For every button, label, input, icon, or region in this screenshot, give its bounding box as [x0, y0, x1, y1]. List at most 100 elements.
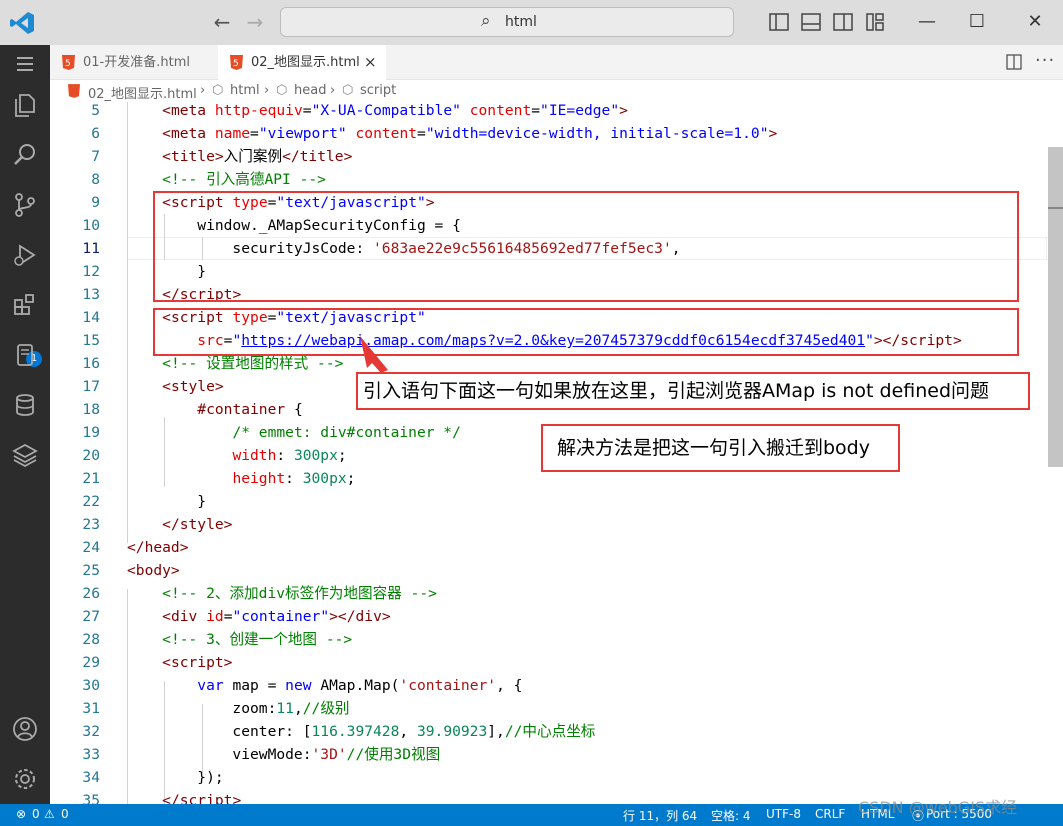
settings-gear-icon[interactable] [11, 765, 39, 793]
code-token: <style> [162, 378, 224, 395]
line-number: 32 [82, 723, 100, 740]
code-token: center: [116.397428, 39.90923],//中心点坐标 [127, 723, 596, 740]
highlight-box-security-config [153, 191, 1019, 302]
code-token: id [206, 608, 224, 625]
code-token: 300px [293, 447, 338, 464]
breadcrumb-separator: › [264, 83, 270, 98]
line-ending[interactable]: CRLF [815, 807, 845, 821]
error-icon[interactable]: ⊗ [16, 807, 26, 821]
tag-icon: ⬡ [342, 83, 354, 98]
code-token: "IE=edge" [540, 102, 620, 119]
database-icon[interactable] [11, 391, 39, 419]
customize-layout-icon[interactable] [864, 11, 886, 33]
more-actions-icon[interactable]: ··· [1035, 50, 1055, 71]
code-token: "viewport" [258, 125, 347, 142]
code-token: content [469, 102, 532, 119]
search-icon[interactable] [11, 141, 39, 169]
code-token: > [619, 102, 628, 119]
error-count[interactable]: 0 [32, 807, 40, 821]
annotation-callout-solution: 解决方法是把这一句引入搬迁到body [541, 424, 900, 472]
code-token: #container { [197, 401, 303, 418]
tab-01-kaifa[interactable]: 5 01-开发准备.html [50, 45, 218, 80]
minimize-icon[interactable]: — [912, 8, 942, 36]
code-token: </head> [127, 539, 189, 556]
line-number: 5 [91, 102, 100, 119]
explorer-icon[interactable] [11, 91, 39, 119]
code-token: <title> [162, 148, 224, 165]
code-token: /* emmet: div#container */ [127, 421, 461, 444]
line-number: 35 [82, 792, 100, 804]
split-editor-icon[interactable] [1005, 53, 1023, 71]
notebook-icon[interactable] [11, 341, 39, 369]
breadcrumb-html[interactable]: html [230, 83, 260, 98]
watermark-text: CSDN @webGIS求经 [858, 798, 1018, 817]
line-number: 33 [82, 746, 100, 763]
activity-bar: 1 [0, 45, 50, 804]
line-number: 13 [82, 286, 100, 303]
code-line: 34 }); [50, 766, 1050, 789]
code-line: 24 </head> [50, 536, 1050, 559]
code-token: <!-- 3、创建一个地图 --> [127, 628, 352, 651]
breadcrumb-head[interactable]: head [294, 83, 326, 98]
code-token: #container [197, 401, 286, 418]
code-token: </title> [282, 148, 353, 165]
code-token: <body> [127, 562, 180, 579]
html5-icon: 5 [62, 55, 75, 70]
indent-spaces[interactable]: 空格: 4 [711, 807, 751, 824]
layers-icon[interactable] [11, 441, 39, 469]
line-number: 21 [82, 470, 100, 487]
code-token: height: 300px; [232, 470, 356, 487]
code-token: <meta name="viewport" content="width=dev… [162, 125, 778, 142]
line-number: 27 [82, 608, 100, 625]
toggle-secondary-sidebar-icon[interactable] [832, 11, 854, 33]
breadcrumb-file[interactable]: 02_地图显示.html [88, 83, 197, 102]
line-number: 9 [91, 194, 100, 211]
forward-arrow-icon[interactable]: → [243, 10, 267, 34]
code-token: <meta [162, 102, 207, 119]
extensions-icon[interactable] [11, 291, 39, 319]
code-token: <script> [162, 654, 233, 671]
vertical-scrollbar-thumb[interactable] [1048, 147, 1063, 467]
code-token: /* emmet: div#container */ [232, 424, 461, 441]
warning-icon[interactable]: ⚠ [44, 807, 55, 821]
close-window-icon[interactable]: ✕ [1020, 8, 1050, 36]
run-debug-icon[interactable] [11, 241, 39, 269]
toggle-primary-sidebar-icon[interactable] [768, 11, 790, 33]
line-number: 29 [82, 654, 100, 671]
code-token: <!-- 引入高德API --> [162, 171, 326, 188]
code-token: </script> [127, 789, 241, 804]
code-token: width: 300px; [232, 447, 347, 464]
command-center-search[interactable]: ⌕ html [280, 7, 734, 37]
code-token: </style> [127, 513, 232, 536]
back-arrow-icon[interactable]: ← [210, 10, 234, 34]
code-token: <div id="container"></div> [162, 608, 391, 625]
tab-02-ditu[interactable]: 5 02_地图显示.html × [218, 45, 386, 80]
source-control-icon[interactable] [11, 191, 39, 219]
annotation-callout-problem: 引入语句下面这一句如果放在这里，引起浏览器AMap is not defined… [356, 372, 1030, 410]
tab-close-icon[interactable]: × [364, 45, 377, 80]
code-line: 33 viewMode:'3D'//使用3D视图 [50, 743, 1050, 766]
code-token: <!-- 设置地图的样式 --> [162, 355, 344, 372]
warning-count[interactable]: 0 [61, 807, 69, 821]
file-encoding[interactable]: UTF-8 [766, 807, 801, 821]
code-token: <style> [127, 375, 224, 398]
line-number: 6 [91, 125, 100, 142]
search-text: html [505, 14, 537, 30]
breadcrumb-script[interactable]: script [360, 83, 396, 98]
code-line: 28 <!-- 3、创建一个地图 --> [50, 628, 1050, 651]
menu-icon[interactable] [11, 50, 39, 78]
line-number: 28 [82, 631, 100, 648]
line-number: 31 [82, 700, 100, 717]
account-icon[interactable] [11, 715, 39, 743]
line-number: 11 [82, 240, 100, 257]
maximize-icon[interactable]: ☐ [962, 8, 992, 36]
tag-icon: ⬡ [212, 83, 224, 98]
toggle-panel-icon[interactable] [800, 11, 822, 33]
code-token: height [232, 470, 286, 487]
code-token: </script> [162, 792, 242, 804]
cursor-position[interactable]: 行 11，列 64 [623, 807, 697, 824]
line-number: 18 [82, 401, 100, 418]
code-token: </style> [162, 516, 233, 533]
code-token: <!-- 2、添加div标签作为地图容器 --> [162, 585, 437, 602]
code-token: zoom:11,//级别 [127, 700, 350, 717]
